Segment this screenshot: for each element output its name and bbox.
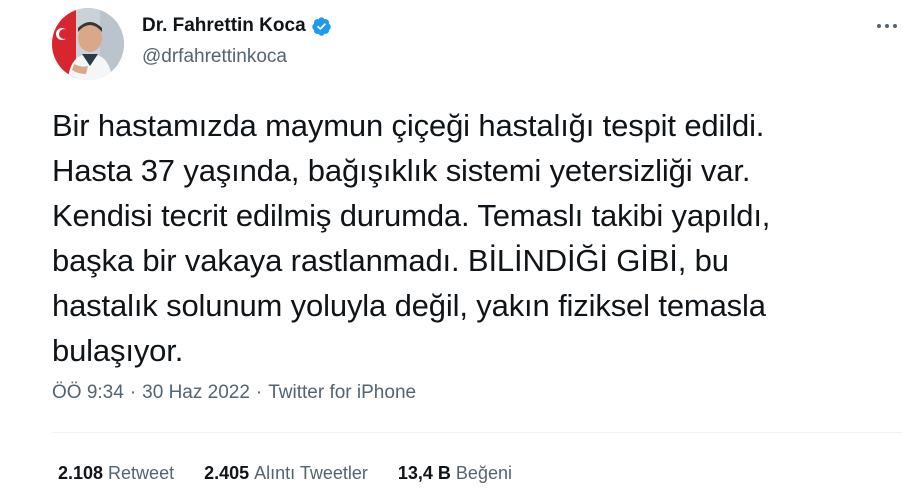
- likes-label: Beğeni: [455, 463, 512, 483]
- separator: ·: [255, 382, 263, 403]
- quotes-count: 2.405: [204, 463, 250, 483]
- tweet-stats: 2.108 Retweet 2.405 Alıntı Tweetler 13,4…: [58, 463, 542, 484]
- tweet-meta: ÖÖ 9:34 · 30 Haz 2022 · Twitter for iPho…: [52, 382, 416, 404]
- name-row: Dr. Fahrettin Koca: [142, 14, 332, 38]
- dot: [877, 24, 881, 28]
- retweets-stat[interactable]: 2.108 Retweet: [58, 463, 174, 484]
- retweets-label: Retweet: [108, 463, 175, 483]
- tweet-text: Bir hastamızda maymun çiçeği hastalığı t…: [52, 108, 771, 368]
- tweet-date[interactable]: 30 Haz 2022: [142, 382, 250, 404]
- divider: [52, 432, 902, 433]
- tweet-time[interactable]: ÖÖ 9:34: [52, 382, 124, 404]
- tweet-source[interactable]: Twitter for iPhone: [268, 382, 416, 404]
- tweet-card: Dr. Fahrettin Koca @drfahrettinkoca Bir …: [0, 0, 908, 502]
- separator: ·: [129, 382, 137, 403]
- dot: [893, 24, 897, 28]
- more-options-icon[interactable]: [872, 16, 902, 36]
- retweets-count: 2.108: [58, 463, 104, 483]
- likes-count: 13,4 B: [397, 463, 451, 483]
- dot: [885, 24, 889, 28]
- handle[interactable]: @drfahrettinkoca: [142, 46, 287, 68]
- avatar[interactable]: [52, 8, 124, 80]
- quotes-stat[interactable]: 2.405 Alıntı Tweetler: [204, 463, 368, 484]
- likes-stat[interactable]: 13,4 B Beğeni: [398, 463, 512, 484]
- display-name[interactable]: Dr. Fahrettin Koca: [142, 15, 306, 37]
- quotes-label: Alıntı Tweetler: [254, 463, 368, 483]
- verified-badge-icon: [311, 16, 332, 37]
- profile-photo-icon: [52, 8, 124, 80]
